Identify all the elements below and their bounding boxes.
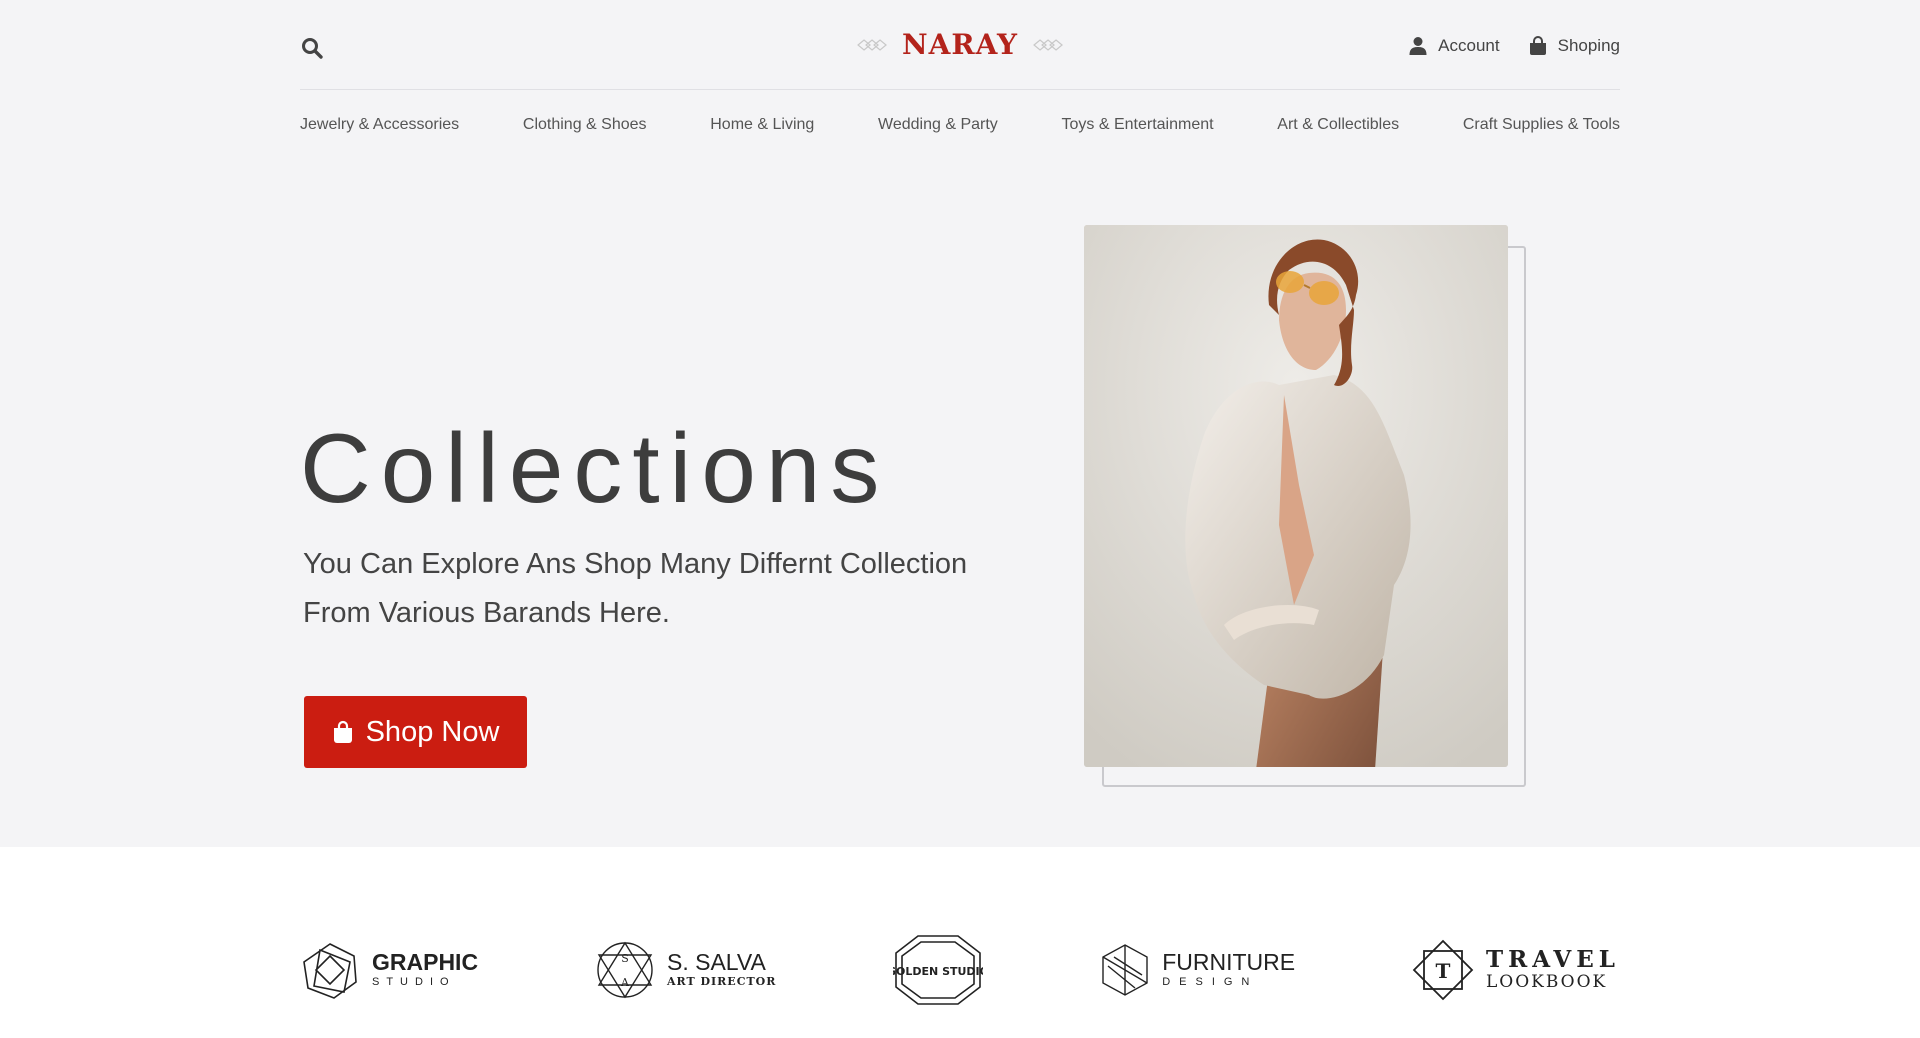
shop-now-label: Shop Now — [365, 715, 500, 748]
brand-name: FURNITURE — [1162, 949, 1296, 975]
brand-name: GRAPHIC — [372, 949, 479, 975]
brand-furniture-design[interactable]: FURNITURE DESIGN — [1100, 942, 1295, 998]
shop-now-button[interactable]: Shop Now — [304, 696, 527, 768]
brand-s-salva[interactable]: SA S. SALVA ART DIRECTOR — [595, 940, 776, 1000]
svg-text:S: S — [621, 952, 629, 965]
octagon-badge-icon: GOLDEN STUDIO — [893, 935, 983, 1005]
logo-text: NARAY — [902, 28, 1018, 61]
logo-ornament-right-icon — [1033, 38, 1063, 51]
shopping-label: Shoping — [1557, 36, 1620, 55]
nav-item-art[interactable]: Art & Collectibles — [1277, 116, 1399, 146]
brand-tagline: LOOKBOOK — [1486, 972, 1608, 992]
header-actions: Account Shoping — [1408, 36, 1620, 56]
brand-logos: GRAPHIC STUDIO SA S. SALVA ART DIRECTOR … — [300, 930, 1620, 1010]
site-logo[interactable]: NARAY — [856, 28, 1064, 61]
brand-golden-studio[interactable]: GOLDEN STUDIO — [893, 933, 983, 1007]
svg-text:A: A — [620, 976, 630, 989]
logo-ornament-left-icon — [857, 38, 887, 51]
shopping-bag-icon — [333, 720, 352, 743]
shopping-bag-icon — [1529, 36, 1546, 55]
cube-icon — [1102, 944, 1148, 996]
brand-name: GOLDEN STUDIO — [893, 965, 983, 978]
nav-item-home[interactable]: Home & Living — [710, 116, 814, 146]
shopping-link[interactable]: Shoping — [1528, 36, 1620, 56]
nav-item-wedding[interactable]: Wedding & Party — [878, 116, 998, 146]
polygon-icon — [303, 943, 357, 999]
hero-title: Collections — [300, 413, 890, 523]
user-icon — [1409, 37, 1427, 55]
brand-tagline: STUDIO — [372, 976, 456, 988]
brand-name: TRAVEL — [1486, 946, 1620, 973]
brand-tagline: ART DIRECTOR — [666, 975, 777, 988]
hero-model-photo — [1084, 225, 1508, 767]
site-header: NARAY Account Shoping — [300, 0, 1620, 90]
hero-subtitle: You Can Explore Ans Shop Many Differnt C… — [303, 548, 968, 629]
diamond-t-icon: T — [1412, 939, 1474, 1001]
category-nav: Jewelry & Accessories Clothing & Shoes H… — [300, 116, 1620, 146]
brand-tagline: DESIGN — [1162, 976, 1259, 988]
brand-graphic-studio[interactable]: GRAPHIC STUDIO — [300, 940, 478, 1000]
nav-item-toys[interactable]: Toys & Entertainment — [1062, 116, 1214, 146]
svg-text:T: T — [1436, 959, 1451, 983]
sa-monogram-icon: SA — [597, 941, 653, 999]
account-label: Account — [1438, 36, 1500, 55]
search-icon[interactable] — [300, 36, 324, 60]
brand-name: S. SALVA — [666, 949, 766, 975]
brand-travel-lookbook[interactable]: T TRAVEL LOOKBOOK — [1412, 939, 1620, 1001]
nav-item-craft[interactable]: Craft Supplies & Tools — [1463, 116, 1620, 146]
account-link[interactable]: Account — [1408, 36, 1500, 56]
nav-item-jewelry[interactable]: Jewelry & Accessories — [300, 116, 459, 146]
nav-item-clothing[interactable]: Clothing & Shoes — [523, 116, 647, 146]
